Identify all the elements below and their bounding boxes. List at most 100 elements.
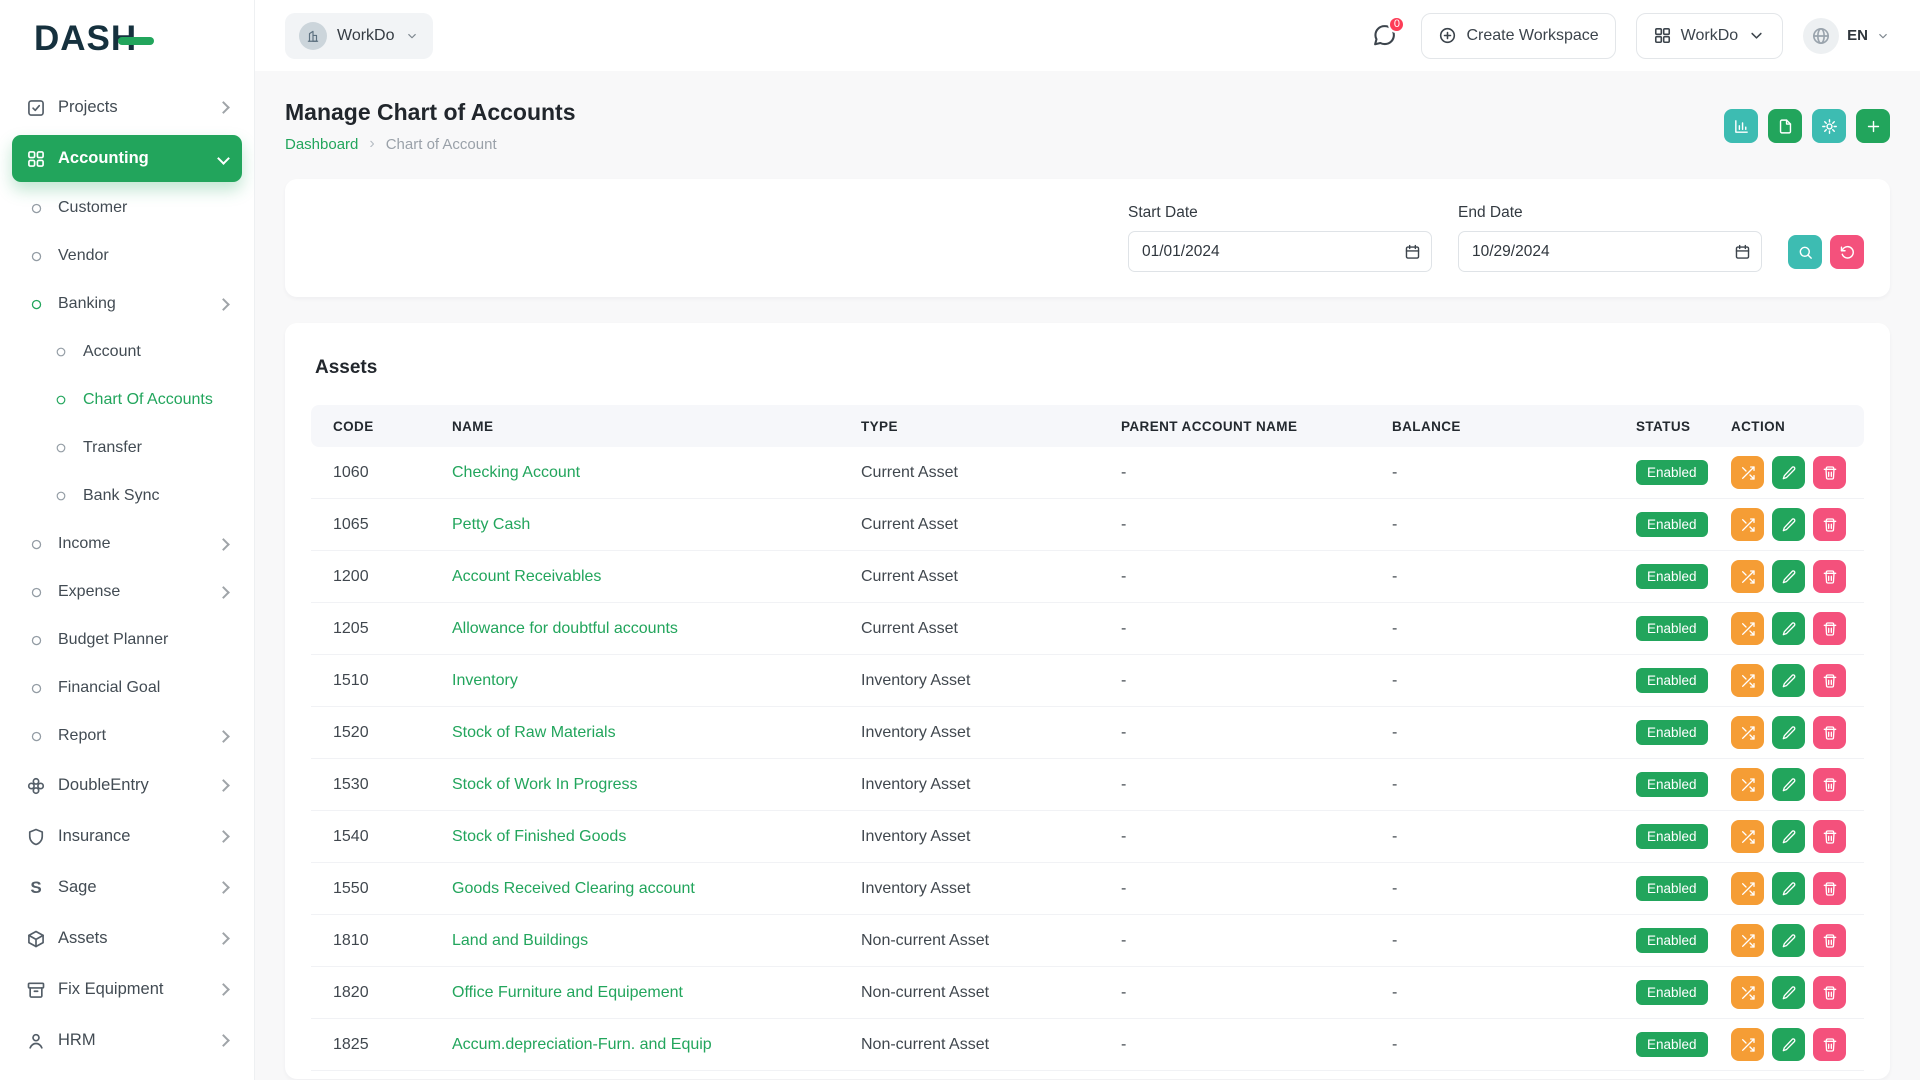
edit-button[interactable] [1772,1028,1805,1061]
pencil-icon [1781,569,1797,585]
delete-button[interactable] [1813,716,1846,749]
language-selector[interactable]: EN [1803,18,1890,54]
filter-card: Start Date End Date [285,179,1890,297]
sidebar-item[interactable]: Banking [12,280,242,328]
sidebar-item[interactable]: Income [12,520,242,568]
account-name-link[interactable]: Land and Buildings [452,932,588,949]
row-actions [1731,924,1864,957]
delete-button[interactable] [1813,612,1846,645]
account-name-link[interactable]: Allowance for doubtful accounts [452,620,678,637]
create-workspace-button[interactable]: Create Workspace [1421,13,1615,59]
sidebar-item[interactable]: Account [12,328,242,376]
sidebar-item[interactable]: Bank Sync [12,472,242,520]
pencil-icon [1781,517,1797,533]
delete-button[interactable] [1813,820,1846,853]
account-name-link[interactable]: Goods Received Clearing account [452,880,695,897]
sidebar-item-label: Chart Of Accounts [83,391,213,409]
delete-button[interactable] [1813,560,1846,593]
parent-account-name: - [1121,811,1392,863]
workspace-switcher[interactable]: WorkDo [285,13,433,59]
account-name-link[interactable]: Stock of Finished Goods [452,828,626,845]
transactions-button[interactable] [1731,560,1764,593]
delete-button[interactable] [1813,976,1846,1009]
apps-menu-button[interactable]: WorkDo [1636,13,1784,59]
transactions-button[interactable] [1731,612,1764,645]
transactions-button[interactable] [1731,456,1764,489]
delete-button[interactable] [1813,924,1846,957]
transactions-button[interactable] [1731,664,1764,697]
edit-button[interactable] [1772,456,1805,489]
sidebar-item[interactable]: Assets [12,913,242,964]
delete-button[interactable] [1813,768,1846,801]
sidebar-item[interactable]: Vendor [12,232,242,280]
delete-button[interactable] [1813,508,1846,541]
shuffle-icon [1740,777,1756,793]
edit-button[interactable] [1772,976,1805,1009]
edit-button[interactable] [1772,560,1805,593]
sidebar-item[interactable]: Report [12,712,242,760]
edit-button[interactable] [1772,924,1805,957]
chart-view-button[interactable] [1724,109,1758,143]
delete-button[interactable] [1813,664,1846,697]
parent-account-name: - [1121,499,1392,551]
export-button[interactable] [1768,109,1802,143]
messages-button[interactable]: 0 [1367,19,1401,53]
sidebar-item[interactable]: Insurance [12,811,242,862]
create-account-button[interactable] [1856,109,1890,143]
account-balance: - [1392,863,1636,915]
edit-button[interactable] [1772,872,1805,905]
delete-button[interactable] [1813,456,1846,489]
globe-wrap [1803,18,1839,54]
search-button[interactable] [1788,235,1822,269]
trash-icon [1822,881,1838,897]
sidebar-item[interactable]: Budget Planner [12,616,242,664]
account-type: Inventory Asset [861,863,1121,915]
transactions-button[interactable] [1731,508,1764,541]
transactions-button[interactable] [1731,976,1764,1009]
account-name-link[interactable]: Office Furniture and Equipement [452,984,683,1001]
ring-icon [29,729,44,744]
sidebar-item[interactable]: Financial Goal [12,664,242,712]
edit-button[interactable] [1772,820,1805,853]
account-name-link[interactable]: Stock of Raw Materials [452,724,616,741]
edit-button[interactable] [1772,716,1805,749]
breadcrumb-item[interactable]: Dashboard [285,136,358,153]
edit-button[interactable] [1772,612,1805,645]
account-name-link[interactable]: Petty Cash [452,516,530,533]
transactions-button[interactable] [1731,768,1764,801]
sidebar-item[interactable]: HRM [12,1015,242,1066]
start-date-input[interactable] [1128,231,1432,272]
transactions-button[interactable] [1731,820,1764,853]
sidebar-item[interactable]: DoubleEntry [12,760,242,811]
delete-button[interactable] [1813,1028,1846,1061]
edit-button[interactable] [1772,664,1805,697]
account-name-link[interactable]: Account Receivables [452,568,601,585]
projects-icon [26,98,46,118]
transactions-button[interactable] [1731,872,1764,905]
sidebar-item[interactable]: Fix Equipment [12,964,242,1015]
messages-count-badge: 0 [1388,16,1405,33]
transactions-button[interactable] [1731,924,1764,957]
edit-button[interactable] [1772,508,1805,541]
account-name-link[interactable]: Inventory [452,672,518,689]
delete-button[interactable] [1813,872,1846,905]
account-name-link[interactable]: Accum.depreciation-Furn. and Equip [452,1036,712,1053]
reset-button[interactable] [1830,235,1864,269]
account-balance: - [1392,967,1636,1019]
account-type: Current Asset [861,551,1121,603]
sidebar-item[interactable]: Expense [12,568,242,616]
sidebar-item[interactable]: Chart Of Accounts [12,376,242,424]
column-header-code: CODE [311,405,452,447]
settings-button[interactable] [1812,109,1846,143]
transactions-button[interactable] [1731,1028,1764,1061]
end-date-input[interactable] [1458,231,1762,272]
sidebar-item[interactable]: S Sage [12,862,242,913]
sidebar-item[interactable]: Transfer [12,424,242,472]
sidebar-item[interactable]: Customer [12,184,242,232]
transactions-button[interactable] [1731,716,1764,749]
edit-button[interactable] [1772,768,1805,801]
account-name-link[interactable]: Checking Account [452,464,580,481]
sidebar-item[interactable]: Projects [12,82,242,133]
sidebar-item[interactable]: Accounting [12,135,242,182]
account-name-link[interactable]: Stock of Work In Progress [452,776,638,793]
